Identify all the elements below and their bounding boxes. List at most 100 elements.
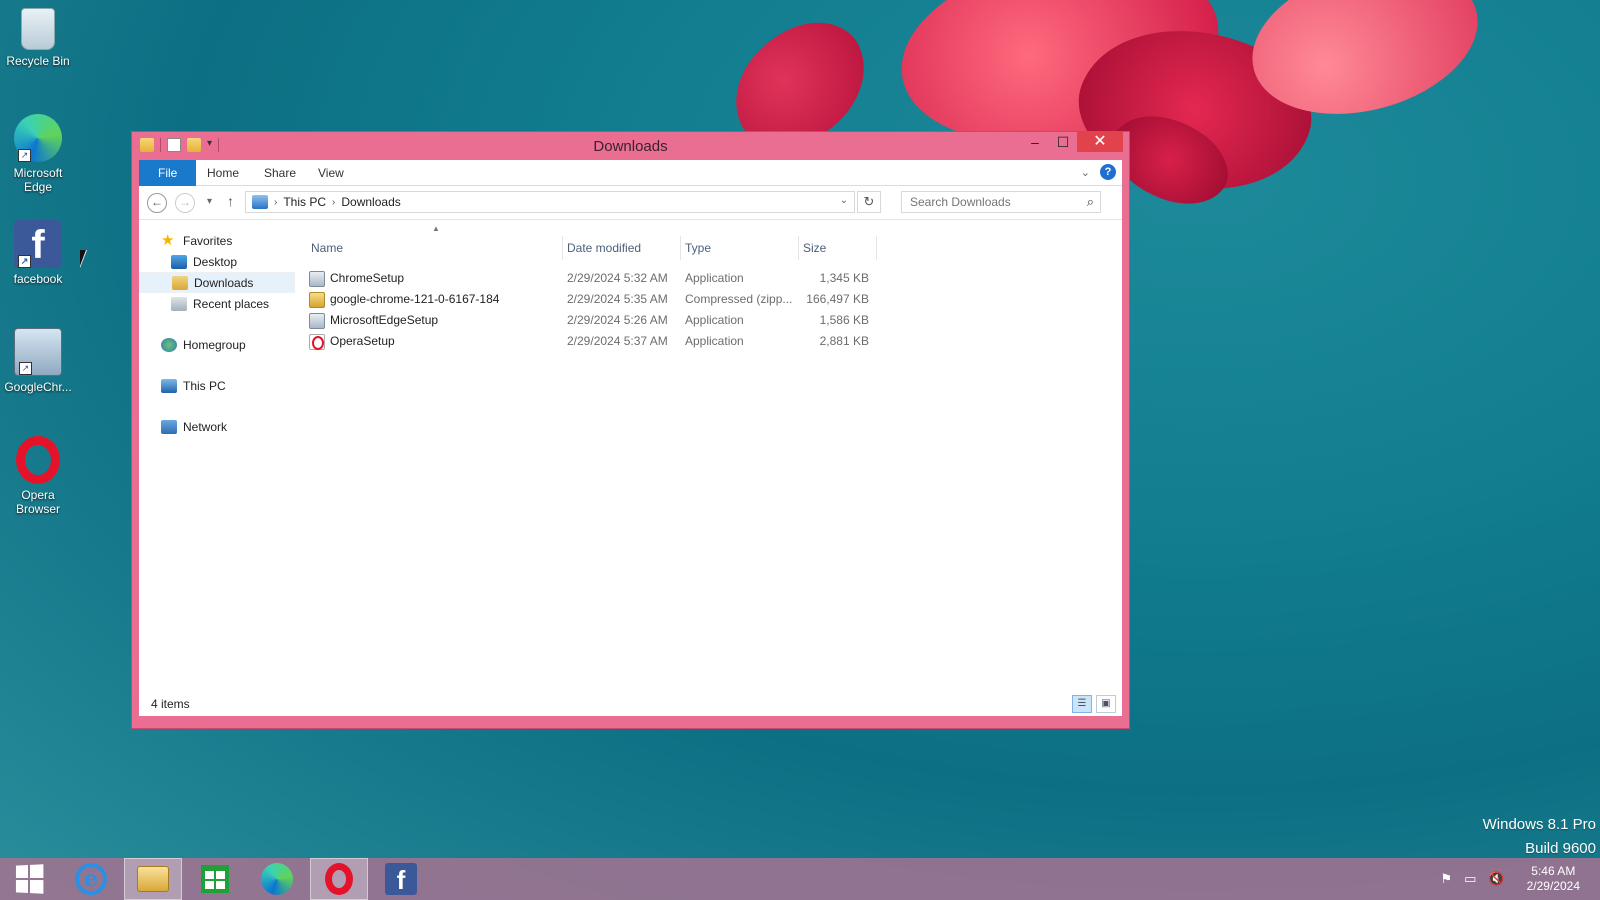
column-header-name[interactable]: Name [307, 236, 563, 260]
breadcrumb-this-pc[interactable]: This PC [283, 195, 326, 209]
title-bar[interactable]: ▾ Downloads – ☐ ✕ [132, 132, 1129, 160]
navigation-pane: ★ Favorites Desktop Downloads Recent pla… [139, 220, 299, 690]
desktop-icon-facebook[interactable]: f ↗ facebook [4, 220, 72, 286]
computer-icon [161, 378, 177, 393]
content-area: ★ Favorites Desktop Downloads Recent pla… [139, 220, 1122, 716]
installer-icon: ↗ [14, 328, 62, 376]
file-type: Application [685, 313, 744, 327]
sidebar-item-network[interactable]: Network [139, 416, 299, 437]
details-view-button[interactable]: ☰ [1072, 695, 1092, 713]
window-title: Downloads [593, 138, 668, 155]
facebook-icon: f [385, 863, 417, 895]
clock[interactable]: 5:46 AM 2/29/2024 [1527, 864, 1580, 894]
zip-folder-icon [309, 291, 325, 308]
file-size: 2,881 KB [819, 334, 869, 348]
item-count: 4 items [151, 697, 190, 711]
recent-places-icon [171, 296, 187, 311]
sidebar-item-desktop[interactable]: Desktop [139, 251, 299, 272]
file-name: OperaSetup [330, 334, 395, 348]
system-tray: ⚑ ▭ 🔇 5:46 AM 2/29/2024 [1440, 858, 1580, 900]
help-icon[interactable]: ? [1100, 164, 1116, 180]
file-list: ▲ Name Date modified Type Size ChromeSet… [307, 220, 1122, 690]
expand-ribbon-chevron-icon[interactable]: ⌄ [1081, 166, 1090, 179]
back-button[interactable]: ← [147, 193, 167, 213]
tab-share[interactable]: Share [250, 160, 310, 186]
clock-time: 5:46 AM [1531, 864, 1576, 878]
internet-explorer-icon: e [75, 863, 107, 895]
taskbar-internet-explorer[interactable]: e [62, 858, 120, 900]
edge-icon [261, 863, 293, 895]
forward-button[interactable]: → [175, 193, 195, 213]
application-icon [309, 270, 325, 287]
file-date: 2/29/2024 5:35 AM [567, 292, 668, 306]
taskbar-opera[interactable] [310, 858, 368, 900]
volume-muted-icon[interactable]: 🔇 [1488, 871, 1504, 887]
star-icon: ★ [161, 231, 175, 249]
refresh-button[interactable]: ↻ [857, 191, 881, 213]
desktop-icon-opera-browser[interactable]: Opera Browser [4, 436, 72, 516]
taskbar-file-explorer[interactable] [124, 858, 182, 900]
taskbar-edge[interactable] [248, 858, 306, 900]
file-size: 1,345 KB [819, 271, 869, 285]
tab-view[interactable]: View [304, 160, 358, 186]
maximize-button[interactable]: ☐ [1049, 132, 1077, 152]
search-icon[interactable]: ⌕ [1087, 194, 1094, 210]
homegroup-icon [161, 337, 177, 352]
desktop-icon-label: facebook [13, 272, 63, 286]
status-bar: 4 items ☰ ▣ [139, 692, 1122, 716]
ribbon: File Home Share View ⌄ ? [139, 160, 1122, 186]
large-icons-view-button[interactable]: ▣ [1096, 695, 1116, 713]
file-name: google-chrome-121-0-6167-184 [330, 292, 500, 306]
desktop-icon-microsoft-edge[interactable]: ↗ Microsoft Edge [4, 114, 72, 194]
address-bar[interactable]: › This PC › Downloads ⌄ [245, 191, 855, 213]
start-button[interactable] [0, 858, 58, 900]
table-row[interactable]: OperaSetup 2/29/2024 5:37 AM Application… [307, 331, 887, 352]
sort-ascending-icon: ▲ [432, 224, 440, 233]
minimize-button[interactable]: – [1021, 132, 1049, 152]
desktop-icon-recycle-bin[interactable]: Recycle Bin [4, 8, 72, 68]
file-type: Application [685, 334, 744, 348]
desktop-icon-label: Opera Browser [15, 488, 60, 516]
column-header-size[interactable]: Size [799, 236, 877, 260]
windows-build-label: Build 9600 [1525, 840, 1596, 857]
table-row[interactable]: google-chrome-121-0-6167-184 2/29/2024 5… [307, 289, 887, 310]
tab-file[interactable]: File [139, 160, 197, 186]
column-header-type[interactable]: Type [681, 236, 799, 260]
tab-home[interactable]: Home [193, 160, 253, 186]
clock-date: 2/29/2024 [1526, 879, 1580, 893]
downloads-folder-icon [252, 195, 268, 209]
file-name: MicrosoftEdgeSetup [330, 313, 439, 327]
file-type: Application [685, 271, 744, 285]
desktop-icon-label: Recycle Bin [6, 54, 70, 68]
action-center-flag-icon[interactable]: ⚑ [1440, 871, 1452, 887]
file-size: 1,586 KB [819, 313, 869, 327]
table-row[interactable]: MicrosoftEdgeSetup 2/29/2024 5:26 AM App… [307, 310, 887, 331]
file-type: Compressed (zipp... [685, 292, 793, 306]
sidebar-item-favorites[interactable]: ★ Favorites [139, 230, 299, 251]
desktop-icon-googlechrome-installer[interactable]: ↗ GoogleChr... [4, 328, 72, 394]
mouse-cursor [80, 250, 87, 268]
sidebar-item-downloads[interactable]: Downloads [139, 272, 295, 293]
address-dropdown-icon[interactable]: ⌄ [840, 195, 848, 206]
up-button[interactable]: ↑ [227, 193, 234, 209]
taskbar-store[interactable] [186, 858, 244, 900]
opera-icon [16, 436, 60, 484]
network-status-icon[interactable]: ▭ [1464, 871, 1476, 887]
sidebar-item-recent-places[interactable]: Recent places [139, 293, 299, 314]
windows-edition-label: Windows 8.1 Pro [1482, 816, 1596, 833]
taskbar-facebook[interactable]: f [372, 858, 430, 900]
breadcrumb-downloads[interactable]: Downloads [341, 195, 400, 209]
search-box[interactable]: ⌕ [901, 191, 1101, 213]
close-button[interactable]: ✕ [1077, 132, 1123, 152]
sidebar-item-homegroup[interactable]: Homegroup [139, 334, 299, 355]
sidebar-item-this-pc[interactable]: This PC [139, 375, 299, 396]
table-row[interactable]: ChromeSetup 2/29/2024 5:32 AM Applicatio… [307, 268, 887, 289]
opera-installer-icon [309, 333, 325, 350]
application-icon [309, 312, 325, 329]
column-header-date-modified[interactable]: Date modified [563, 236, 681, 260]
file-date: 2/29/2024 5:26 AM [567, 313, 668, 327]
desktop-folder-icon [171, 254, 187, 269]
navigation-bar: ← → ▾ ↑ › This PC › Downloads ⌄ ↻ ⌕ [139, 186, 1122, 220]
search-input[interactable] [910, 195, 1070, 209]
recent-locations-dropdown-icon[interactable]: ▾ [207, 196, 212, 207]
